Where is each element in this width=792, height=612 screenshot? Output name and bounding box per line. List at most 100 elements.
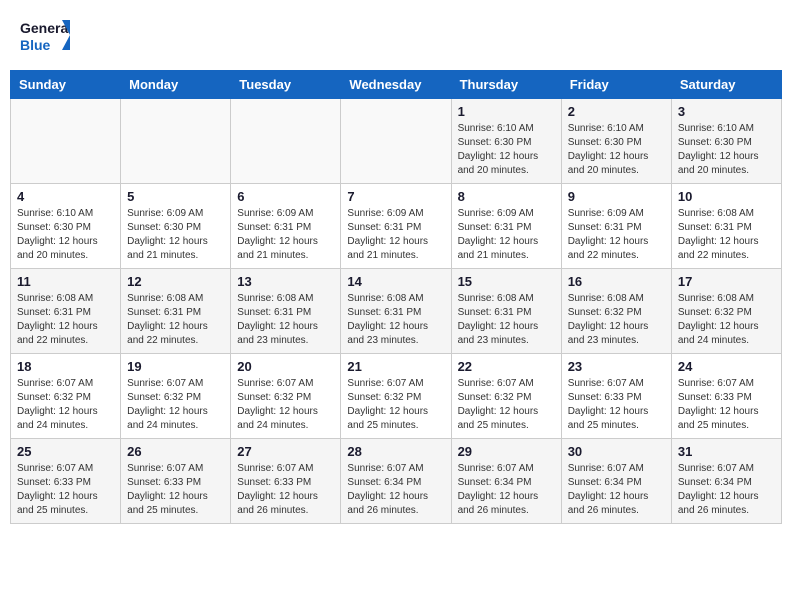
calendar-cell: 25 Sunrise: 6:07 AM Sunset: 6:33 PM Dayli… (11, 439, 121, 524)
day-number: 21 (347, 359, 444, 374)
day-info: Sunrise: 6:07 AM Sunset: 6:33 PM Dayligh… (678, 377, 775, 433)
day-number: 13 (237, 274, 334, 289)
day-number: 27 (237, 444, 334, 459)
week-row-1: 1 Sunrise: 6:10 AM Sunset: 6:30 PM Daylig… (11, 99, 782, 184)
day-number: 19 (127, 359, 224, 374)
day-number: 28 (347, 444, 444, 459)
calendar-cell: 9 Sunrise: 6:09 AM Sunset: 6:31 PM Daylig… (561, 184, 671, 269)
day-info: Sunrise: 6:08 AM Sunset: 6:31 PM Dayligh… (127, 292, 224, 348)
calendar-cell: 22 Sunrise: 6:07 AM Sunset: 6:32 PM Dayli… (451, 354, 561, 439)
calendar-cell: 15Sunrise: 6:08 AM Sunset: 6:31 PM Dayli… (451, 269, 561, 354)
week-row-4: 18 Sunrise: 6:07 AM Sunset: 6:32 PM Dayli… (11, 354, 782, 439)
weekday-header-monday: Monday (121, 71, 231, 99)
calendar-cell: 14 Sunrise: 6:08 AM Sunset: 6:31 PM Dayli… (341, 269, 451, 354)
calendar-cell (11, 99, 121, 184)
calendar-cell (121, 99, 231, 184)
day-number: 5 (127, 189, 224, 204)
weekday-header-sunday: Sunday (11, 71, 121, 99)
day-info: Sunrise: 6:07 AM Sunset: 6:32 PM Dayligh… (458, 377, 555, 433)
day-number: 23 (568, 359, 665, 374)
day-number: 26 (127, 444, 224, 459)
calendar-cell: 13Sunrise: 6:08 AM Sunset: 6:31 PM Dayli… (231, 269, 341, 354)
logo-svg: GeneralBlue (20, 15, 70, 55)
calendar-cell: 12 Sunrise: 6:08 AM Sunset: 6:31 PM Dayli… (121, 269, 231, 354)
week-row-2: 4 Sunrise: 6:10 AM Sunset: 6:30 PM Daylig… (11, 184, 782, 269)
calendar-cell: 27 Sunrise: 6:07 AM Sunset: 6:33 PM Dayli… (231, 439, 341, 524)
calendar-cell: 5 Sunrise: 6:09 AM Sunset: 6:30 PM Daylig… (121, 184, 231, 269)
day-number: 7 (347, 189, 444, 204)
calendar-cell: 21 Sunrise: 6:07 AM Sunset: 6:32 PM Dayli… (341, 354, 451, 439)
day-number: 14 (347, 274, 444, 289)
day-number: 12 (127, 274, 224, 289)
weekday-header-friday: Friday (561, 71, 671, 99)
day-info: Sunrise: 6:07 AM Sunset: 6:34 PM Dayligh… (678, 462, 775, 518)
day-info: Sunrise: 6:08 AM Sunset: 6:31 PM Dayligh… (678, 207, 775, 263)
day-info: Sunrise: 6:09 AM Sunset: 6:31 PM Dayligh… (347, 207, 444, 263)
day-info: Sunrise: 6:09 AM Sunset: 6:31 PM Dayligh… (568, 207, 665, 263)
day-number: 25 (17, 444, 114, 459)
day-info: Sunrise: 6:07 AM Sunset: 6:32 PM Dayligh… (347, 377, 444, 433)
day-number: 4 (17, 189, 114, 204)
day-number: 30 (568, 444, 665, 459)
svg-text:General: General (20, 20, 70, 36)
day-info: Sunrise: 6:07 AM Sunset: 6:33 PM Dayligh… (568, 377, 665, 433)
day-number: 6 (237, 189, 334, 204)
day-info: Sunrise: 6:07 AM Sunset: 6:34 PM Dayligh… (568, 462, 665, 518)
day-info: Sunrise: 6:07 AM Sunset: 6:33 PM Dayligh… (127, 462, 224, 518)
day-number: 18 (17, 359, 114, 374)
day-info: Sunrise: 6:08 AM Sunset: 6:31 PM Dayligh… (347, 292, 444, 348)
day-number: 2 (568, 104, 665, 119)
day-number: 9 (568, 189, 665, 204)
calendar-cell: 23 Sunrise: 6:07 AM Sunset: 6:33 PM Dayli… (561, 354, 671, 439)
calendar-cell: 26 Sunrise: 6:07 AM Sunset: 6:33 PM Dayli… (121, 439, 231, 524)
calendar-cell: 1 Sunrise: 6:10 AM Sunset: 6:30 PM Daylig… (451, 99, 561, 184)
day-number: 20 (237, 359, 334, 374)
calendar-cell: 20 Sunrise: 6:07 AM Sunset: 6:32 PM Dayli… (231, 354, 341, 439)
day-number: 16 (568, 274, 665, 289)
day-info: Sunrise: 6:10 AM Sunset: 6:30 PM Dayligh… (568, 122, 665, 178)
calendar-cell: 6 Sunrise: 6:09 AM Sunset: 6:31 PM Daylig… (231, 184, 341, 269)
calendar-cell: 29Sunrise: 6:07 AM Sunset: 6:34 PM Dayli… (451, 439, 561, 524)
day-number: 31 (678, 444, 775, 459)
day-info: Sunrise: 6:10 AM Sunset: 6:30 PM Dayligh… (17, 207, 114, 263)
calendar-cell: 10Sunrise: 6:08 AM Sunset: 6:31 PM Dayli… (671, 184, 781, 269)
calendar-cell: 19Sunrise: 6:07 AM Sunset: 6:32 PM Dayli… (121, 354, 231, 439)
page-header: GeneralBlue (10, 10, 782, 60)
day-info: Sunrise: 6:08 AM Sunset: 6:32 PM Dayligh… (678, 292, 775, 348)
day-info: Sunrise: 6:10 AM Sunset: 6:30 PM Dayligh… (678, 122, 775, 178)
calendar-cell (231, 99, 341, 184)
weekday-header-saturday: Saturday (671, 71, 781, 99)
day-number: 3 (678, 104, 775, 119)
day-number: 1 (458, 104, 555, 119)
logo: GeneralBlue (20, 15, 70, 55)
day-number: 22 (458, 359, 555, 374)
day-info: Sunrise: 6:07 AM Sunset: 6:33 PM Dayligh… (237, 462, 334, 518)
weekday-header-wednesday: Wednesday (341, 71, 451, 99)
weekday-header-thursday: Thursday (451, 71, 561, 99)
calendar-cell: 8 Sunrise: 6:09 AM Sunset: 6:31 PM Daylig… (451, 184, 561, 269)
day-info: Sunrise: 6:07 AM Sunset: 6:34 PM Dayligh… (347, 462, 444, 518)
calendar-cell: 24Sunrise: 6:07 AM Sunset: 6:33 PM Dayli… (671, 354, 781, 439)
day-info: Sunrise: 6:08 AM Sunset: 6:31 PM Dayligh… (17, 292, 114, 348)
calendar-cell: 28 Sunrise: 6:07 AM Sunset: 6:34 PM Dayli… (341, 439, 451, 524)
day-info: Sunrise: 6:08 AM Sunset: 6:32 PM Dayligh… (568, 292, 665, 348)
day-info: Sunrise: 6:10 AM Sunset: 6:30 PM Dayligh… (458, 122, 555, 178)
calendar-cell (341, 99, 451, 184)
day-number: 29 (458, 444, 555, 459)
weekday-header-tuesday: Tuesday (231, 71, 341, 99)
day-number: 8 (458, 189, 555, 204)
svg-text:Blue: Blue (20, 37, 51, 53)
calendar-cell: 4 Sunrise: 6:10 AM Sunset: 6:30 PM Daylig… (11, 184, 121, 269)
calendar-cell: 11 Sunrise: 6:08 AM Sunset: 6:31 PM Dayli… (11, 269, 121, 354)
calendar-cell: 2 Sunrise: 6:10 AM Sunset: 6:30 PM Daylig… (561, 99, 671, 184)
day-info: Sunrise: 6:07 AM Sunset: 6:32 PM Dayligh… (237, 377, 334, 433)
day-info: Sunrise: 6:09 AM Sunset: 6:31 PM Dayligh… (237, 207, 334, 263)
day-number: 11 (17, 274, 114, 289)
day-number: 17 (678, 274, 775, 289)
weekday-header-row: SundayMondayTuesdayWednesdayThursdayFrid… (11, 71, 782, 99)
day-info: Sunrise: 6:09 AM Sunset: 6:31 PM Dayligh… (458, 207, 555, 263)
day-info: Sunrise: 6:09 AM Sunset: 6:30 PM Dayligh… (127, 207, 224, 263)
day-info: Sunrise: 6:07 AM Sunset: 6:33 PM Dayligh… (17, 462, 114, 518)
calendar-table: SundayMondayTuesdayWednesdayThursdayFrid… (10, 70, 782, 524)
calendar-cell: 31 Sunrise: 6:07 AM Sunset: 6:34 PM Dayli… (671, 439, 781, 524)
